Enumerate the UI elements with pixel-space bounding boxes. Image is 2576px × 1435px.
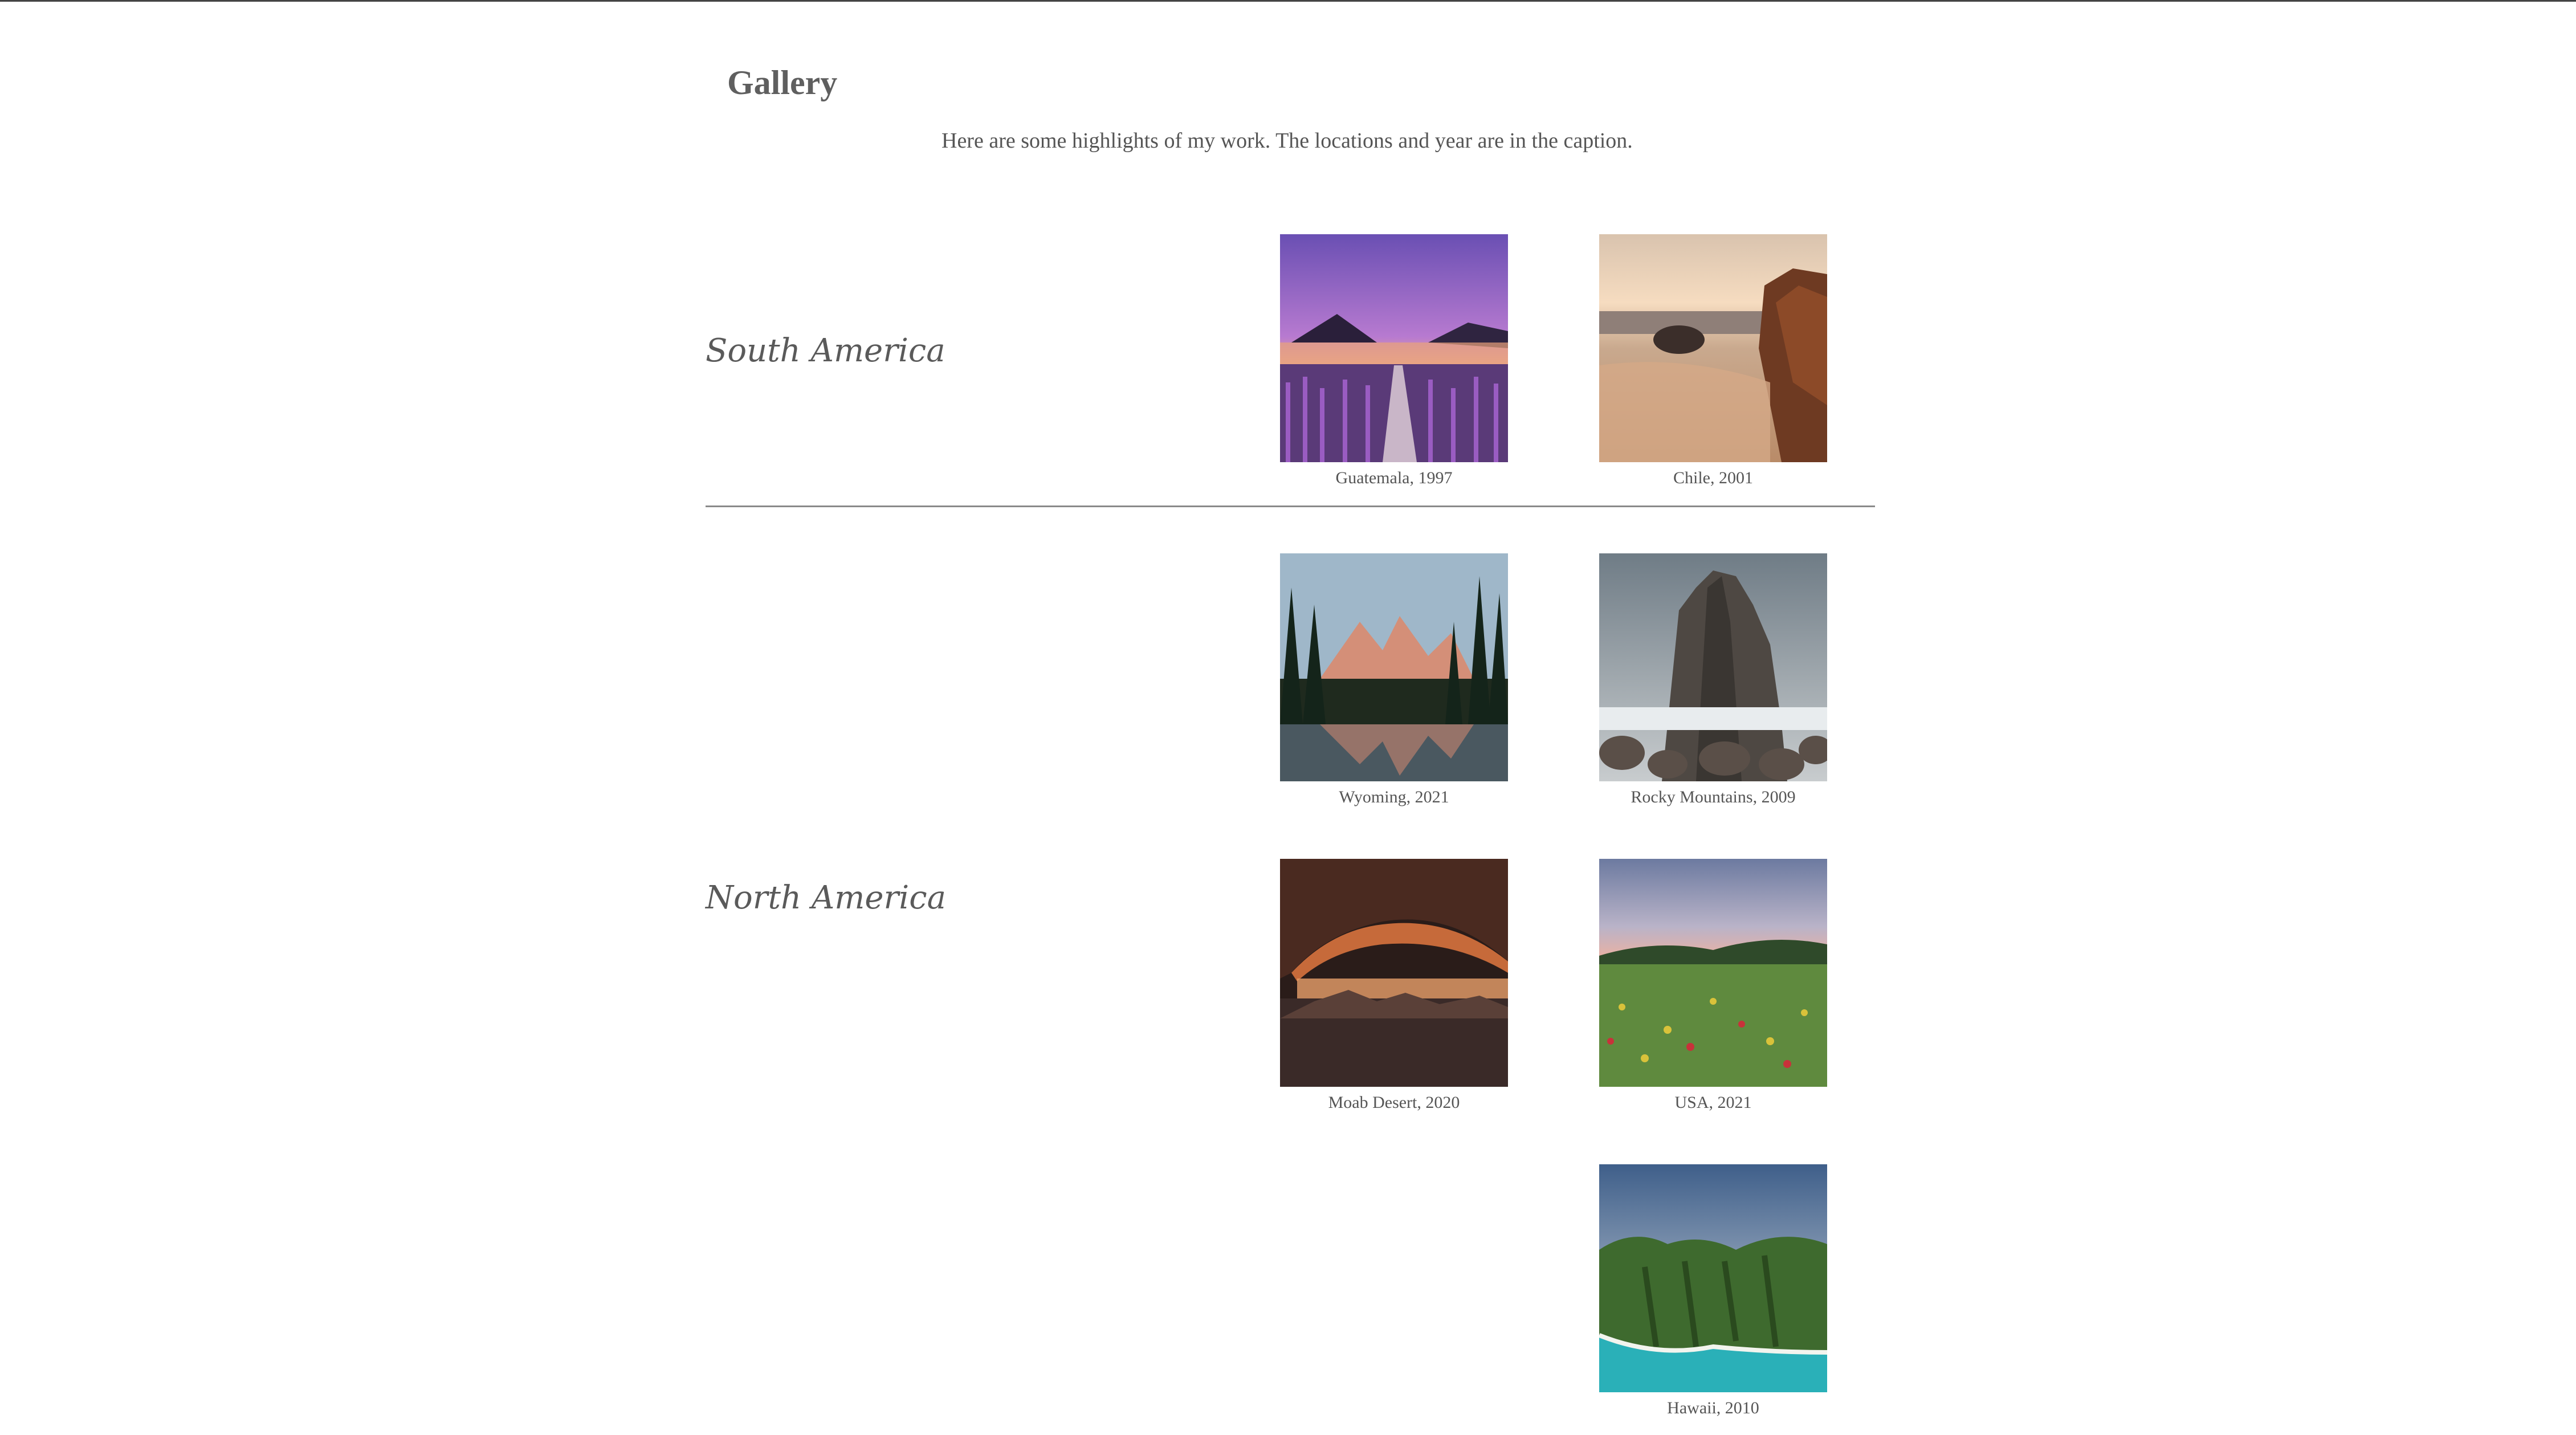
region-label-south-america: South America bbox=[706, 332, 945, 369]
photo-caption: Rocky Mountains, 2009 bbox=[1631, 788, 1796, 806]
mountain-lake-photo[interactable] bbox=[1280, 553, 1508, 781]
rock-spires-photo[interactable] bbox=[1599, 553, 1827, 781]
photo-caption: Guatemala, 1997 bbox=[1335, 468, 1453, 487]
intro-text: Here are some highlights of my work. The… bbox=[941, 129, 1633, 153]
photo-caption: Chile, 2001 bbox=[1673, 468, 1753, 487]
page-title: Gallery bbox=[727, 64, 838, 101]
wildflower-meadow-photo[interactable] bbox=[1599, 859, 1827, 1087]
photo-caption: Moab Desert, 2020 bbox=[1328, 1093, 1460, 1112]
photo-caption: USA, 2021 bbox=[1674, 1093, 1752, 1112]
region-label-north-america: North America bbox=[706, 879, 946, 916]
gallery-figure: Guatemala, 1997 bbox=[1280, 234, 1508, 488]
gallery-page: Gallery Here are some highlights of my w… bbox=[0, 0, 2576, 1435]
coastal-cliffs-photo[interactable] bbox=[1599, 1164, 1827, 1392]
photo-caption: Hawaii, 2010 bbox=[1667, 1399, 1759, 1417]
gallery-figure: Rocky Mountains, 2009 bbox=[1599, 553, 1827, 808]
coastal-rocks-photo[interactable] bbox=[1599, 234, 1827, 462]
desert-arch-photo[interactable] bbox=[1280, 859, 1508, 1087]
gallery-figure: USA, 2021 bbox=[1599, 859, 1827, 1113]
lavender-lake-photo[interactable] bbox=[1280, 234, 1508, 462]
photo-caption: Wyoming, 2021 bbox=[1339, 788, 1449, 806]
gallery-figure: Wyoming, 2021 bbox=[1280, 553, 1508, 808]
gallery-figure: Chile, 2001 bbox=[1599, 234, 1827, 488]
gallery-figure: Moab Desert, 2020 bbox=[1280, 859, 1508, 1113]
section-divider bbox=[706, 505, 1875, 507]
gallery-figure: Hawaii, 2010 bbox=[1599, 1164, 1827, 1418]
